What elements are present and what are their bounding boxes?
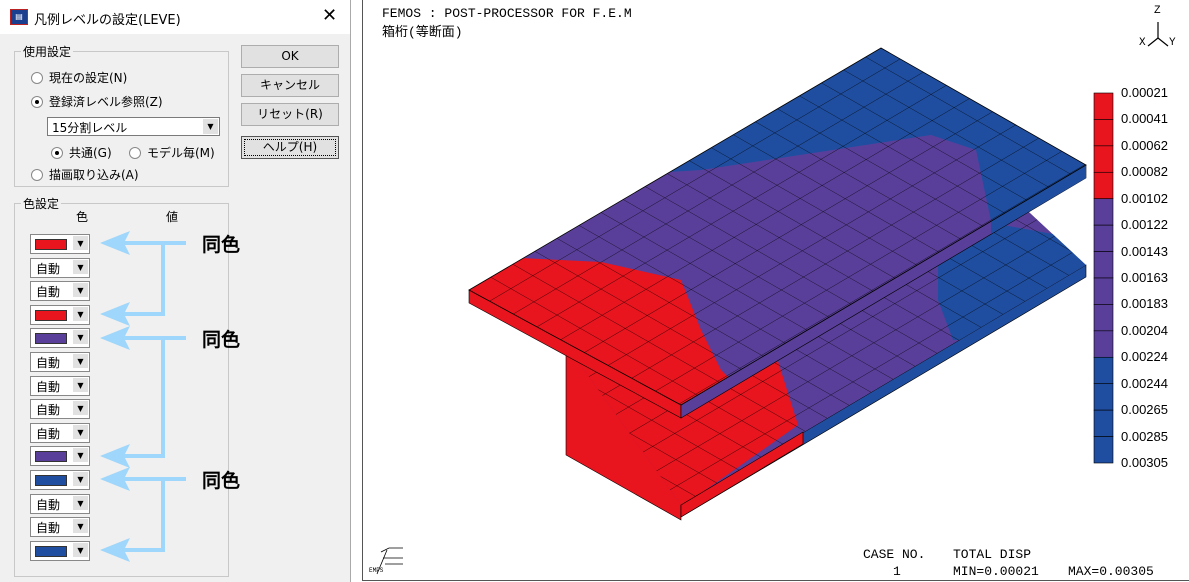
axis-x-label: X — [1139, 37, 1146, 49]
legend-color-band — [1093, 224, 1114, 252]
axis-z-label: Z — [1154, 5, 1161, 17]
result-label: TOTAL DISP — [953, 547, 1032, 562]
box-girder-model — [376, 22, 1169, 575]
legend-color-band — [1093, 198, 1114, 226]
legend-value: 0.00224 — [1121, 349, 1168, 365]
legend-value: 0.00183 — [1121, 296, 1168, 312]
legend-value: 0.00102 — [1121, 190, 1168, 206]
legend-value: 0.00143 — [1121, 243, 1168, 259]
model-name: 箱桁(等断面) — [382, 25, 463, 40]
legend-color-band — [1093, 277, 1114, 305]
legend-value: 0.00062 — [1121, 137, 1168, 153]
legend-value: 0.00305 — [1121, 455, 1168, 470]
same-color-label: 同色 — [202, 470, 241, 492]
legend-color-band — [1093, 119, 1114, 147]
same-color-label: 同色 — [202, 234, 241, 256]
same-color-arrows — [100, 231, 186, 562]
legend-color-band — [1093, 436, 1114, 464]
legend-value: 0.00204 — [1121, 322, 1168, 338]
same-color-label: 同色 — [202, 329, 241, 351]
post-processor-viewport[interactable]: FEMOS : POST-PROCESSOR FOR F.E.M 箱桁(等断面)… — [362, 0, 1189, 581]
legend-color-band — [1093, 92, 1114, 120]
max-value: MAX=0.00305 — [1068, 564, 1154, 579]
legend-level-dialog: ▤ 凡例レベルの設定(LEVE) ✕ 使用設定 現在の設定(N) 登録済レベル参… — [0, 0, 351, 582]
legend-color-band — [1093, 330, 1114, 358]
legend-value: 0.00244 — [1121, 375, 1168, 391]
case-label: CASE NO. — [863, 547, 926, 562]
legend-value: 0.00122 — [1121, 217, 1168, 233]
axis-y-label: Y — [1169, 37, 1176, 49]
min-value: MIN=0.00021 — [953, 564, 1039, 579]
legend-color-band — [1093, 383, 1114, 411]
legend-color-band — [1093, 251, 1114, 279]
legend-color-band — [1093, 356, 1114, 385]
legend-value: 0.00041 — [1121, 111, 1168, 127]
legend-value: 0.00021 — [1121, 85, 1168, 100]
logo-text: EMPS — [369, 567, 384, 574]
legend-color-band — [1093, 409, 1114, 437]
header-title: FEMOS : POST-PROCESSOR FOR F.E.M — [382, 6, 632, 21]
legend-value: 0.00265 — [1121, 402, 1168, 418]
axis-triad-icon — [1147, 22, 1169, 47]
case-value: 1 — [893, 564, 901, 579]
legend-value: 0.00285 — [1121, 428, 1168, 444]
legend-color-band — [1093, 171, 1114, 200]
legend-value: 0.00082 — [1121, 164, 1168, 180]
legend-color-band — [1093, 145, 1114, 173]
legend-color-band — [1093, 304, 1114, 332]
legend-value: 0.00163 — [1121, 270, 1168, 285]
